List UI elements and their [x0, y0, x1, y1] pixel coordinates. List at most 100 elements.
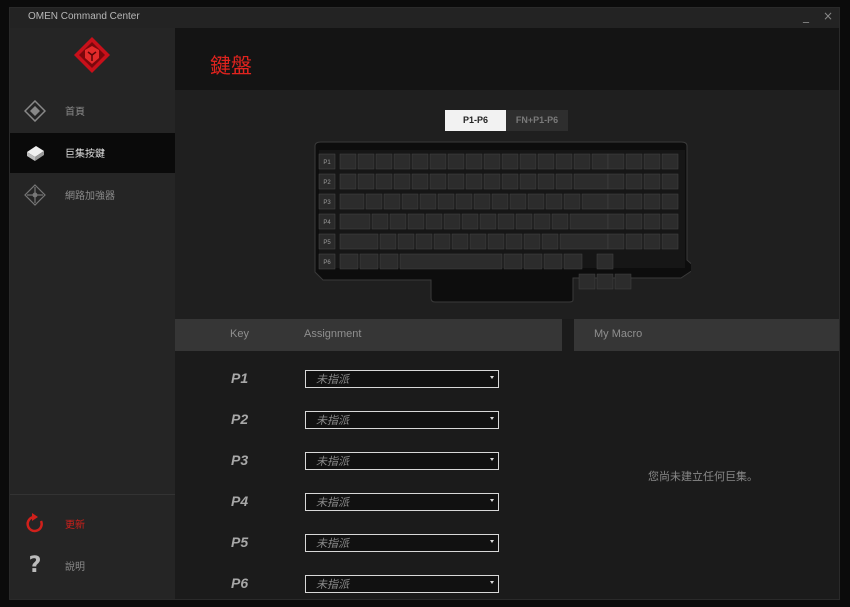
key — [563, 253, 583, 270]
key — [515, 213, 533, 230]
assignment-select-p5[interactable]: 未指派 — [305, 534, 499, 552]
key — [339, 153, 357, 170]
key — [607, 173, 625, 190]
sidebar-item-network-booster[interactable]: 網路加強器 — [10, 175, 175, 215]
title-bar: OMEN Command Center _ × — [10, 8, 839, 28]
sidebar-item-update[interactable]: 更新 — [10, 504, 175, 544]
key — [643, 173, 661, 190]
key — [491, 193, 509, 210]
col-assignment-label: Assignment — [304, 328, 362, 340]
row-key-label: P5 — [231, 534, 249, 550]
key — [465, 153, 483, 170]
assignment-select-p3[interactable]: 未指派 — [305, 452, 499, 470]
sidebar-item-help[interactable]: ? 說明 — [10, 546, 175, 586]
assignment-select-p4[interactable]: 未指派 — [305, 493, 499, 511]
key — [455, 193, 473, 210]
key — [643, 193, 661, 210]
sidebar-item-home[interactable]: 首頁 — [10, 91, 175, 131]
assignment-select-p1[interactable]: 未指派 — [305, 370, 499, 388]
col-macro-label: My Macro — [594, 328, 643, 340]
key — [357, 153, 375, 170]
key — [429, 153, 447, 170]
key — [411, 173, 429, 190]
key — [596, 253, 614, 270]
sidebar-divider — [10, 494, 175, 495]
key — [339, 233, 379, 250]
sidebar-item-label: 巨集按鍵 — [65, 149, 105, 160]
key — [563, 193, 581, 210]
macro-key-label: P2 — [323, 180, 331, 186]
key — [447, 153, 465, 170]
sidebar-item-label: 說明 — [65, 562, 85, 573]
key — [625, 233, 643, 250]
key — [483, 173, 501, 190]
key — [505, 233, 523, 250]
macro-key-icon — [27, 146, 44, 161]
sidebar-item-label: 首頁 — [65, 107, 85, 118]
close-button[interactable]: × — [823, 9, 833, 23]
key — [415, 233, 433, 250]
key — [661, 213, 679, 230]
key — [661, 193, 679, 210]
key — [433, 233, 451, 250]
key — [533, 213, 551, 230]
key — [379, 253, 399, 270]
row-key-label: P4 — [231, 493, 249, 509]
key — [359, 253, 379, 270]
macro-key-label: P6 — [323, 260, 331, 266]
key — [555, 153, 573, 170]
minimize-button[interactable]: _ — [803, 9, 809, 23]
key — [569, 213, 609, 230]
macro-key-label: P5 — [323, 240, 331, 246]
key — [451, 233, 469, 250]
key — [661, 233, 679, 250]
key — [483, 153, 501, 170]
key — [497, 213, 515, 230]
key — [625, 153, 643, 170]
key — [501, 173, 519, 190]
sidebar-item-macro-keys[interactable]: 巨集按鍵 — [10, 133, 175, 173]
select-value: 未指派 — [316, 373, 349, 386]
key — [607, 213, 625, 230]
key — [607, 193, 625, 210]
assignment-select-p2[interactable]: 未指派 — [305, 411, 499, 429]
key — [389, 213, 407, 230]
chevron-down-icon — [490, 540, 494, 543]
key — [339, 213, 371, 230]
key — [487, 233, 505, 250]
chevron-down-icon — [490, 376, 494, 379]
key — [383, 193, 401, 210]
assignment-header: Key Assignment — [175, 319, 562, 351]
key — [643, 233, 661, 250]
key — [607, 233, 625, 250]
key — [545, 193, 563, 210]
key — [419, 193, 437, 210]
app-window: OMEN Command Center _ × 首頁 巨集按鍵 網路加強器 更新… — [9, 7, 840, 600]
macro-key-label: P3 — [323, 200, 331, 206]
chevron-down-icon — [490, 417, 494, 420]
empty-macro-message: 您尚未建立任何巨集。 — [648, 470, 758, 483]
refresh-icon — [26, 513, 43, 533]
macro-key-label: P4 — [323, 220, 331, 226]
key — [401, 193, 419, 210]
key — [559, 233, 609, 250]
key — [551, 213, 569, 230]
key — [469, 233, 487, 250]
network-booster-icon — [24, 184, 46, 206]
key — [625, 173, 643, 190]
key — [625, 193, 643, 210]
page-title: 鍵盤 — [210, 54, 252, 78]
key — [447, 173, 465, 190]
key — [407, 213, 425, 230]
key — [339, 173, 357, 190]
key — [473, 193, 491, 210]
tab-p1-p6[interactable]: P1-P6 — [445, 110, 506, 131]
key — [393, 173, 411, 190]
chevron-down-icon — [490, 499, 494, 502]
key — [461, 213, 479, 230]
assignment-select-p6[interactable]: 未指派 — [305, 575, 499, 593]
chevron-down-icon — [490, 458, 494, 461]
key — [596, 273, 614, 290]
key — [543, 253, 563, 270]
tab-fn-p1-p6[interactable]: FN+P1-P6 — [506, 110, 568, 131]
